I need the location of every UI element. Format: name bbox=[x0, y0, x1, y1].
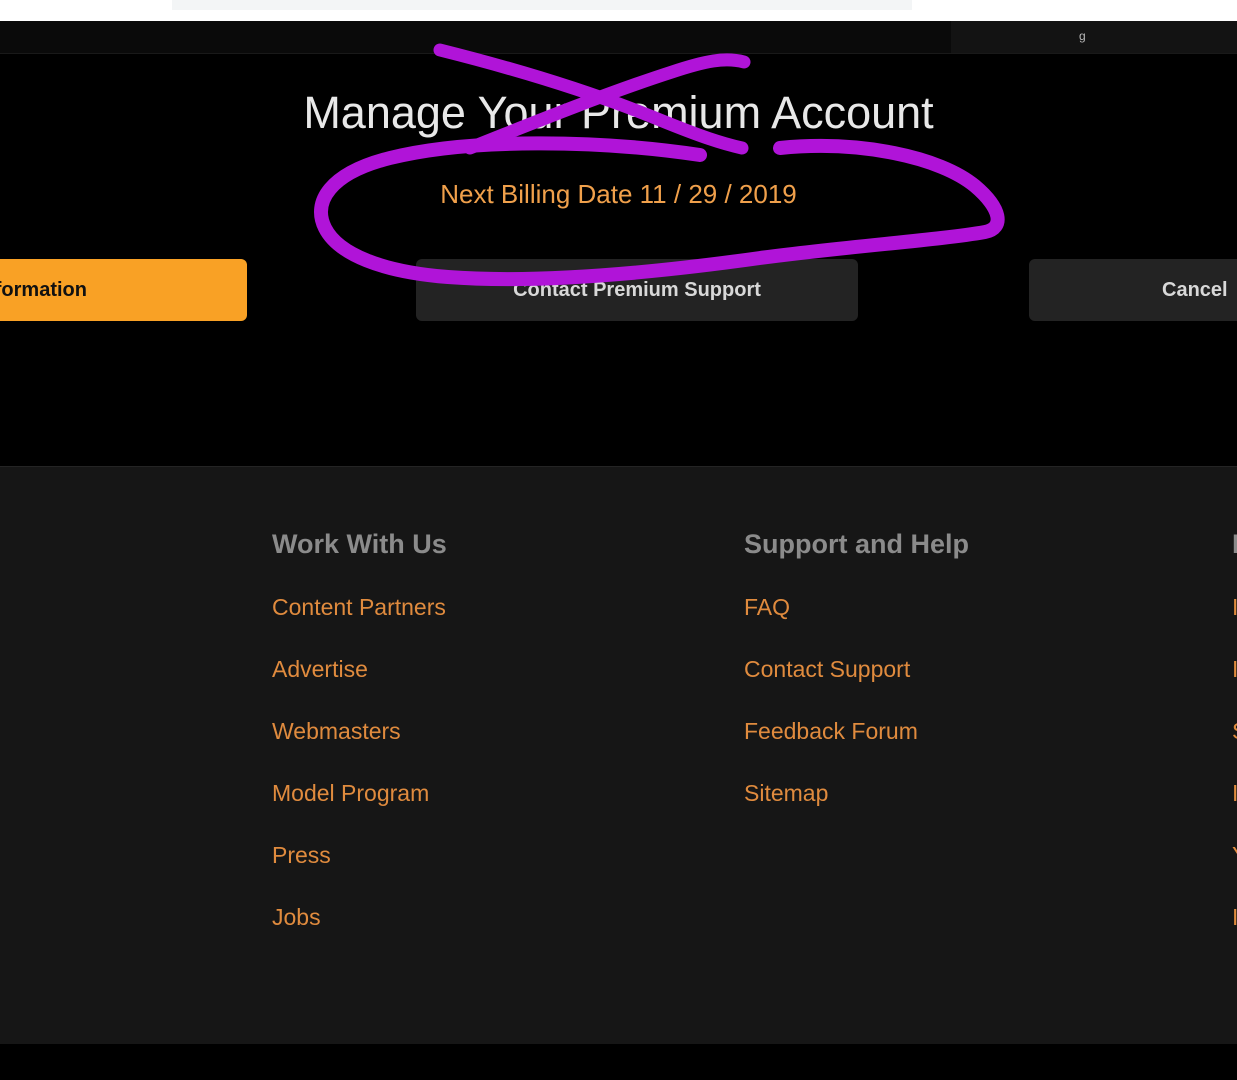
footer-link-clipped-2[interactable]: I bbox=[1232, 656, 1237, 683]
nav-left-region[interactable] bbox=[0, 21, 951, 53]
footer-column-support-and-help: Support and Help FAQ Contact Support Fee… bbox=[744, 529, 1144, 842]
nav-right-region[interactable]: g bbox=[951, 21, 1237, 53]
footer-link-clipped-1[interactable]: I bbox=[1232, 594, 1237, 621]
footer-link-contact-support[interactable]: Contact Support bbox=[744, 656, 1144, 683]
nav-right-ghost-label: g bbox=[1079, 29, 1086, 43]
footer-heading: Support and Help bbox=[744, 529, 969, 559]
footer-link-clipped-3[interactable]: S bbox=[1232, 718, 1237, 745]
page-root: g Manage Your Premium Account Next Billi… bbox=[0, 0, 1237, 1080]
footer-bottom-bar bbox=[0, 1044, 1237, 1080]
footer-link-sitemap[interactable]: Sitemap bbox=[744, 780, 1144, 807]
footer-link-content-partners[interactable]: Content Partners bbox=[272, 594, 672, 621]
footer-column-third-clipped: I I I S I Y I bbox=[1232, 529, 1237, 966]
update-payment-information-button[interactable]: ment Information bbox=[0, 259, 247, 321]
footer-link-model-program[interactable]: Model Program bbox=[272, 780, 672, 807]
contact-premium-support-button[interactable]: Contact Premium Support bbox=[416, 259, 858, 321]
account-actions-row: ment Information Contact Premium Support… bbox=[0, 259, 1237, 323]
footer-link-feedback-forum[interactable]: Feedback Forum bbox=[744, 718, 1144, 745]
footer-heading: Work With Us bbox=[272, 529, 447, 559]
footer-column-work-with-us: Work With Us Content Partners Advertise … bbox=[272, 529, 672, 966]
premium-account-panel: Manage Your Premium Account Next Billing… bbox=[0, 54, 1237, 465]
site-footer: Work With Us Content Partners Advertise … bbox=[0, 466, 1237, 1044]
footer-link-faq[interactable]: FAQ bbox=[744, 594, 1144, 621]
browser-chrome bbox=[0, 0, 1237, 21]
footer-link-clipped-4[interactable]: I bbox=[1232, 780, 1237, 807]
footer-link-clipped-6[interactable]: I bbox=[1232, 904, 1237, 931]
cancel-premium-button[interactable]: Cancel bbox=[1029, 259, 1237, 321]
footer-link-clipped-5[interactable]: Y bbox=[1232, 842, 1237, 869]
next-billing-date: Next Billing Date 11 / 29 / 2019 bbox=[440, 179, 797, 209]
footer-link-webmasters[interactable]: Webmasters bbox=[272, 718, 672, 745]
browser-tab[interactable] bbox=[172, 0, 912, 10]
footer-columns: Work With Us Content Partners Advertise … bbox=[0, 467, 1237, 937]
footer-link-advertise[interactable]: Advertise bbox=[272, 656, 672, 683]
site-top-nav: g bbox=[0, 21, 1237, 54]
footer-link-press[interactable]: Press bbox=[272, 842, 672, 869]
page-title: Manage Your Premium Account bbox=[303, 87, 934, 138]
footer-heading: I bbox=[1232, 529, 1237, 559]
footer-link-jobs[interactable]: Jobs bbox=[272, 904, 672, 931]
